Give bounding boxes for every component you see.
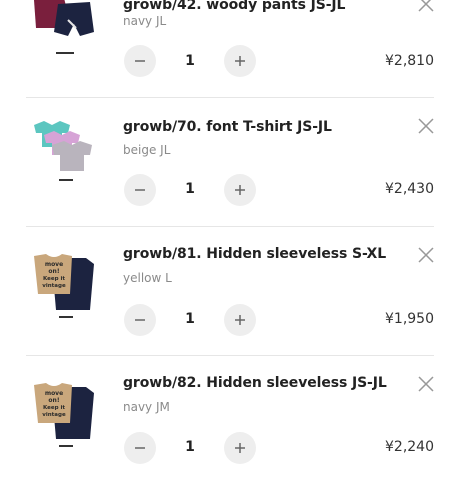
quantity-value: 1 (185, 53, 195, 69)
cart-item: move on! Keep it vintage growb/81. Hidde… (0, 226, 460, 355)
close-icon (418, 247, 434, 263)
quantity-decrement-button[interactable] (124, 304, 156, 336)
product-price: ¥2,430 (385, 181, 434, 197)
quantity-increment-button[interactable] (224, 45, 256, 77)
product-title[interactable]: growb/81. Hidden sleeveless S-XL (123, 246, 413, 262)
quantity-increment-button[interactable] (224, 174, 256, 206)
product-title[interactable]: growb/70. font T-shirt JS-JL (123, 119, 413, 135)
svg-text:Keep it: Keep it (43, 276, 65, 282)
quantity-decrement-button[interactable] (124, 174, 156, 206)
product-variant: beige JL (123, 143, 171, 157)
quantity-value: 1 (185, 181, 195, 197)
close-icon (418, 0, 434, 12)
cart-item: growb/70. font T-shirt JS-JL beige JL 1 … (0, 97, 460, 226)
cart-item: move on! Keep it vintage growb/82. Hidde… (0, 355, 460, 484)
svg-text:vintage: vintage (42, 412, 66, 418)
product-price: ¥2,240 (385, 439, 434, 455)
close-icon (418, 376, 434, 392)
remove-item-button[interactable] (416, 0, 436, 14)
cart-item: growb/42. woody pants JS-JL navy JL 1 ¥2… (0, 0, 460, 97)
product-thumbnail[interactable] (28, 0, 104, 70)
product-variant: navy JM (123, 400, 170, 414)
minus-icon (135, 189, 145, 191)
minus-icon (135, 319, 145, 321)
quantity-value: 1 (185, 439, 195, 455)
quantity-increment-button[interactable] (224, 304, 256, 336)
product-title[interactable]: growb/42. woody pants JS-JL (123, 0, 413, 13)
product-variant: navy JL (123, 14, 167, 28)
svg-text:vintage: vintage (42, 283, 66, 289)
product-variant: yellow L (123, 271, 172, 285)
minus-icon (135, 447, 145, 449)
product-title[interactable]: growb/82. Hidden sleeveless JS-JL (123, 375, 413, 391)
svg-text:on!: on! (48, 268, 59, 275)
remove-item-button[interactable] (416, 374, 436, 394)
remove-item-button[interactable] (416, 245, 436, 265)
remove-item-button[interactable] (416, 116, 436, 136)
quantity-value: 1 (185, 311, 195, 327)
plus-icon (235, 443, 245, 453)
plus-icon (235, 185, 245, 195)
close-icon (418, 118, 434, 134)
product-thumbnail[interactable] (28, 117, 104, 193)
quantity-decrement-button[interactable] (124, 45, 156, 77)
svg-text:on!: on! (48, 397, 59, 404)
svg-text:Keep it: Keep it (43, 405, 65, 411)
product-price: ¥2,810 (385, 53, 434, 69)
product-thumbnail[interactable]: move on! Keep it vintage (28, 248, 104, 324)
svg-text:move: move (45, 390, 63, 397)
minus-icon (135, 60, 145, 62)
product-thumbnail[interactable]: move on! Keep it vintage (28, 377, 104, 453)
quantity-decrement-button[interactable] (124, 432, 156, 464)
plus-icon (235, 56, 245, 66)
quantity-increment-button[interactable] (224, 432, 256, 464)
svg-text:move: move (45, 261, 63, 268)
cart-item-list: growb/42. woody pants JS-JL navy JL 1 ¥2… (0, 0, 460, 464)
plus-icon (235, 315, 245, 325)
product-price: ¥1,950 (385, 311, 434, 327)
